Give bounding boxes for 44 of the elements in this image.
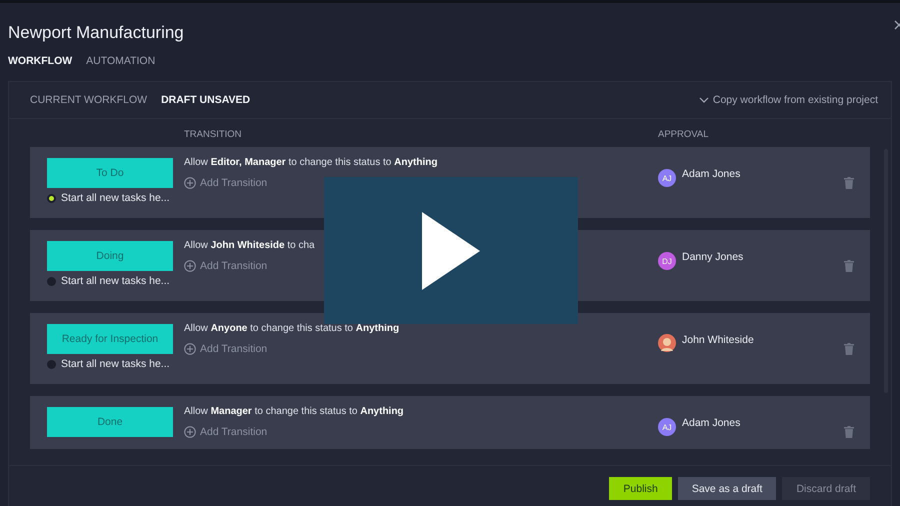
plus-circle-icon [184, 343, 196, 355]
copy-workflow-link[interactable]: Copy workflow from existing project [698, 94, 878, 106]
plus-circle-icon [184, 177, 196, 189]
transition-rule: Allow Anyone to change this status to Anything [184, 323, 400, 334]
start-status-radio[interactable]: Start all new tasks he... [47, 358, 184, 370]
trash-icon[interactable] [844, 260, 854, 272]
trash-icon[interactable] [844, 426, 854, 438]
approver-name: Adam Jones [682, 417, 740, 429]
avatar: DJ [658, 252, 676, 270]
window-title: Newport Manufacturing [8, 23, 185, 43]
trash-icon[interactable] [844, 177, 854, 189]
transition-rule: Allow Manager to change this status to Anything [184, 406, 405, 417]
action-button[interactable]: Save as a draft [678, 477, 776, 500]
status-chip[interactable]: Ready for Inspection [47, 324, 173, 354]
avatar: AJ [658, 169, 676, 187]
trash-icon[interactable] [844, 343, 854, 355]
approver-name: Adam Jones [682, 168, 740, 180]
avatar: AJ [658, 418, 676, 436]
start-status-radio[interactable]: Start all new tasks he... [47, 192, 184, 204]
status-chip[interactable]: To Do [47, 158, 173, 188]
add-transition-button[interactable]: Add Transition [184, 426, 268, 438]
add-transition-button[interactable]: Add Transition [184, 177, 268, 189]
approver-name: John Whiteside [682, 334, 754, 346]
add-transition-button[interactable]: Add Transition [184, 260, 268, 272]
status-chip[interactable]: Done [47, 407, 173, 437]
status-chip[interactable]: Doing [47, 241, 173, 271]
tab[interactable]: AUTOMATION [86, 55, 156, 67]
transition-rule: Allow John Whiteside to cha [184, 240, 316, 251]
play-icon [422, 212, 480, 290]
approver-name: Danny Jones [682, 251, 744, 263]
add-transition-button[interactable]: Add Transition [184, 343, 268, 355]
start-status-radio[interactable]: Start all new tasks he... [47, 275, 184, 287]
plus-circle-icon [184, 426, 196, 438]
action-button[interactable]: Discard draft [782, 477, 870, 500]
transition-rule: Allow Editor, Manager to change this status to Anything [184, 157, 438, 168]
column-header: APPROVAL [658, 129, 710, 140]
play-button[interactable] [324, 177, 578, 324]
tab[interactable]: CURRENT WORKFLOW [30, 94, 148, 106]
action-button[interactable]: Publish [609, 477, 672, 500]
plus-circle-icon [184, 260, 196, 272]
tab[interactable]: WORKFLOW [8, 55, 72, 67]
tab[interactable]: DRAFT UNSAVED [161, 94, 250, 106]
column-header: TRANSITION [184, 129, 243, 140]
chevron-down-icon [698, 97, 709, 103]
